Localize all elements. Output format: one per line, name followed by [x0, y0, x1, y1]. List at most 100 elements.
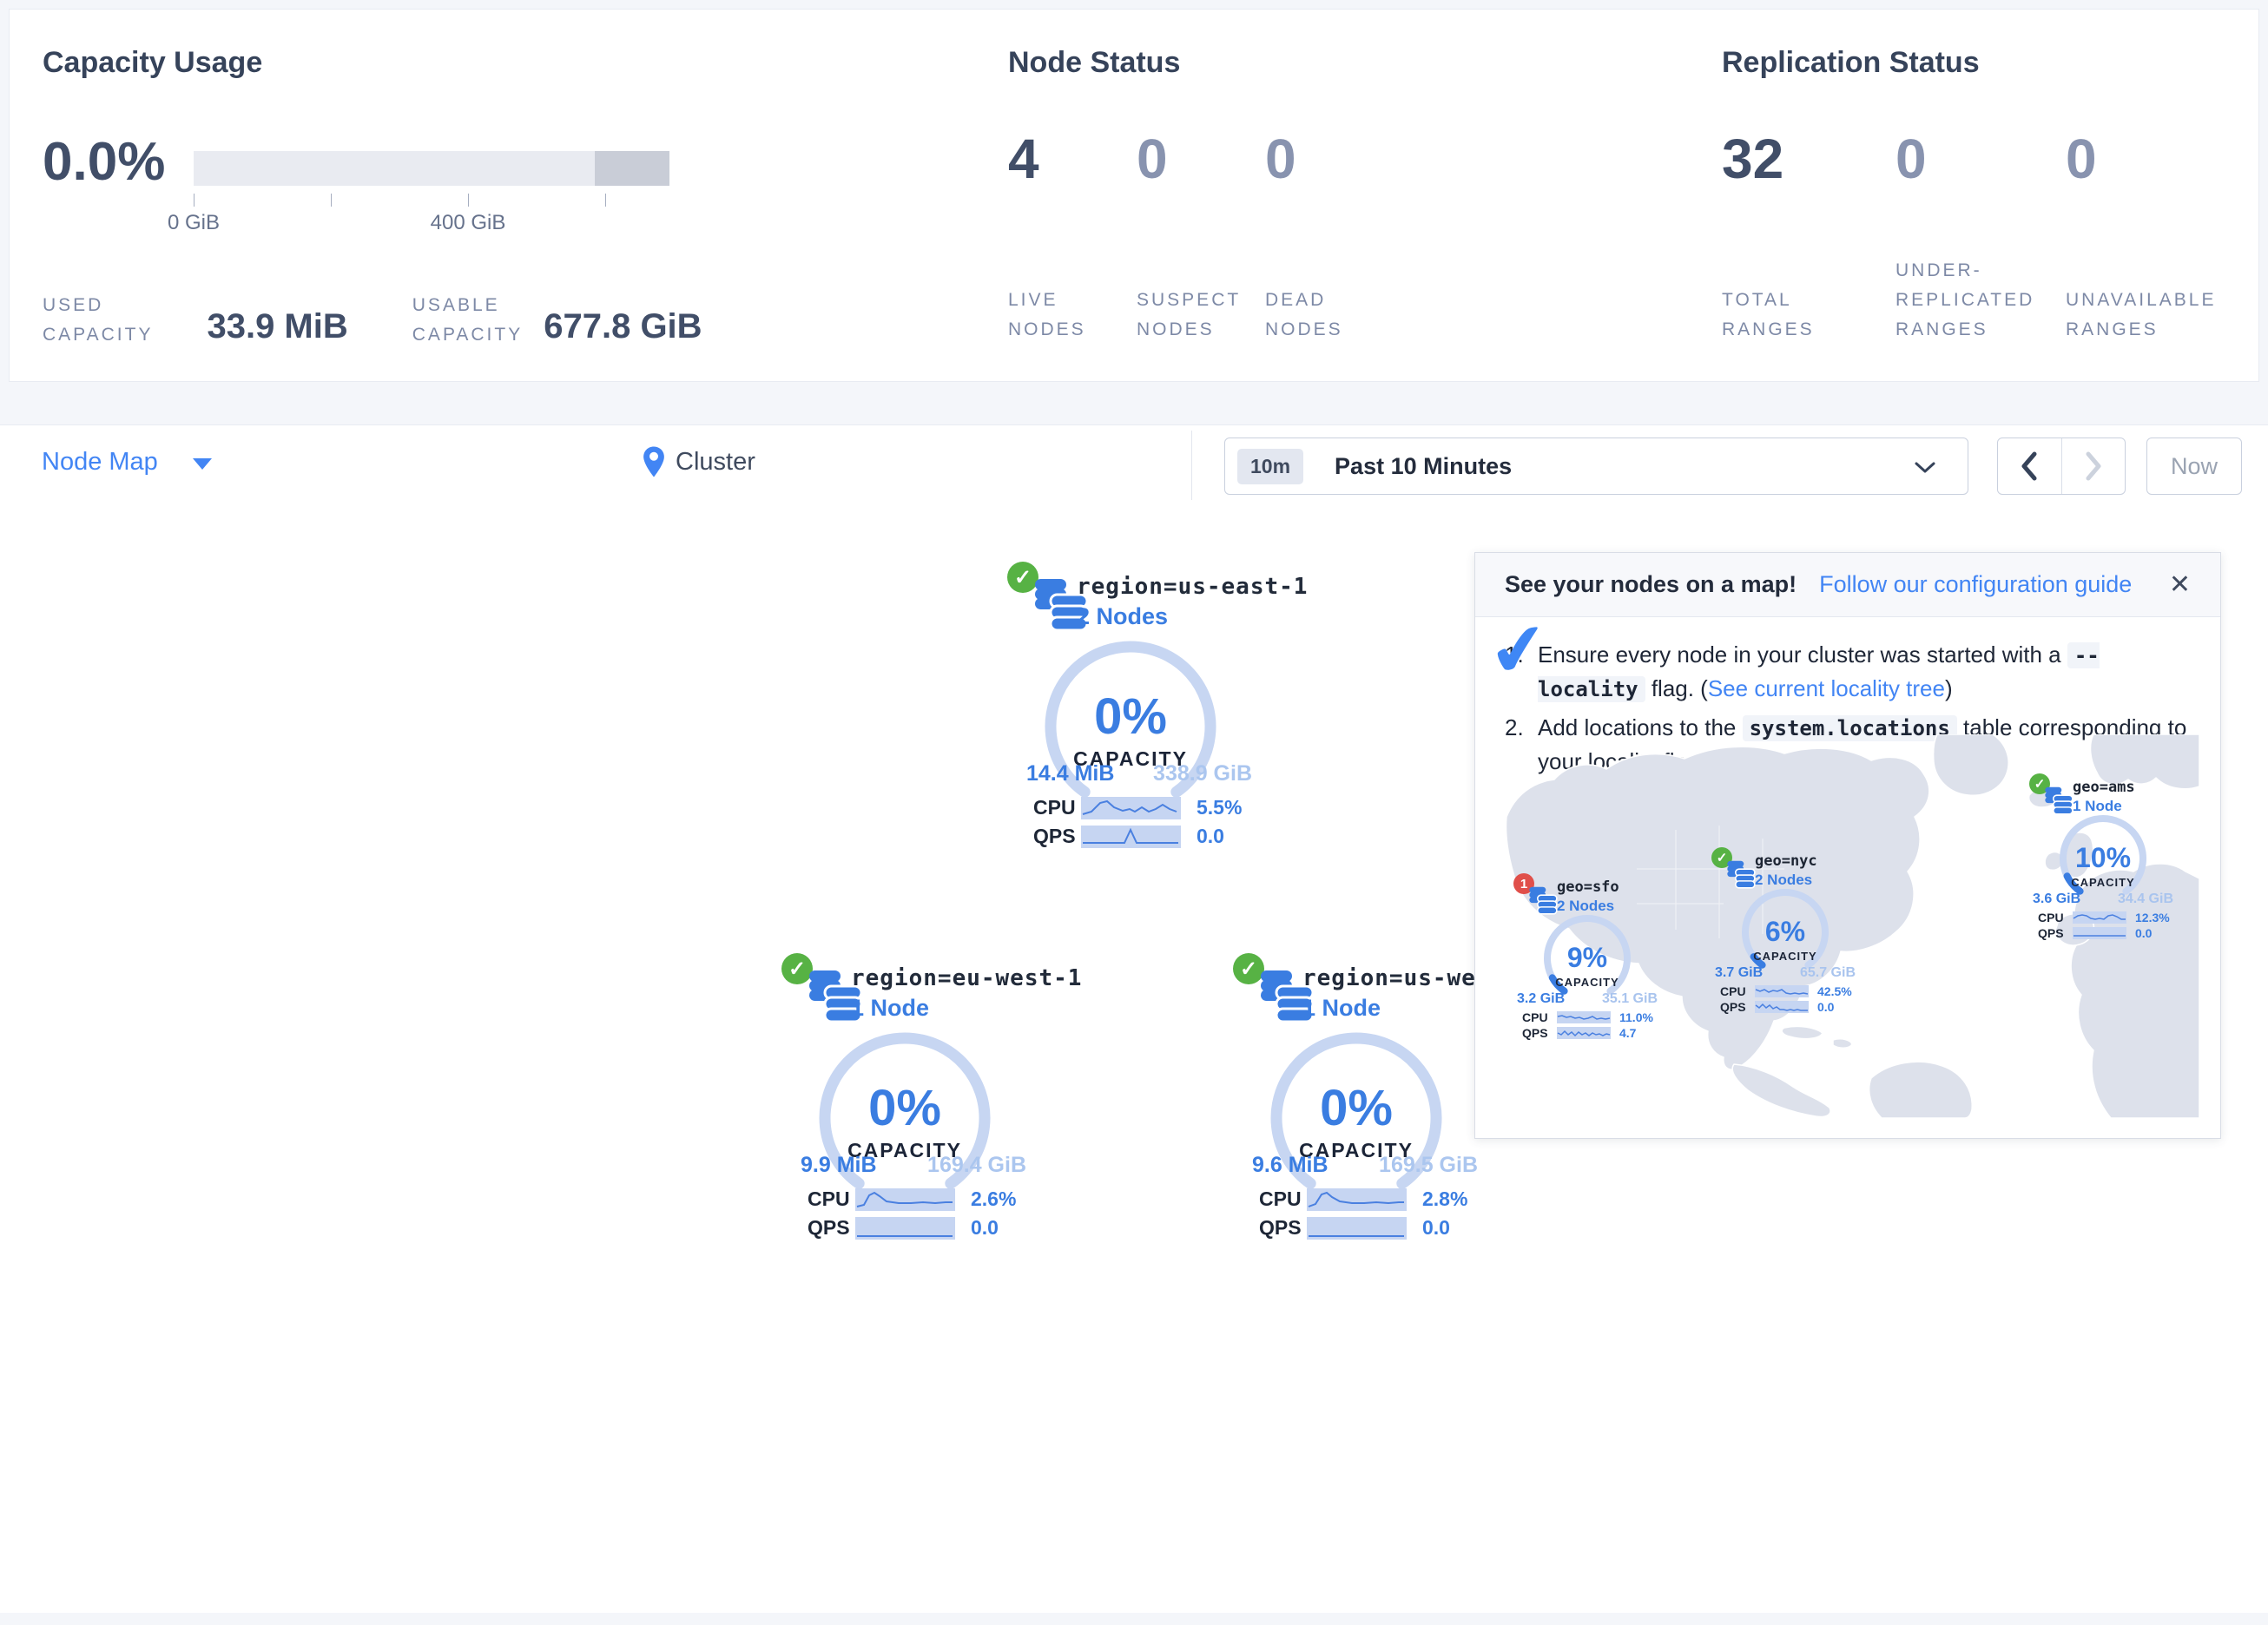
- qps-value: 0.0: [1197, 825, 1224, 848]
- unavailable-value: 0: [2066, 127, 2097, 191]
- breadcrumb[interactable]: Cluster: [641, 444, 755, 479]
- now-button[interactable]: Now: [2146, 438, 2242, 495]
- total-capacity: 34.4 GiB: [2118, 891, 2173, 907]
- cluster-stats-card: Capacity Usage 0.0% 0 GiB 400 GiB USED C…: [9, 9, 2259, 382]
- capacity-gauge: 0% CAPACITY: [809, 1031, 1000, 1205]
- close-icon[interactable]: ✕: [2169, 569, 2191, 600]
- chevron-left-icon: [2020, 451, 2039, 481]
- chevron-down-icon: [1914, 461, 1936, 475]
- locality-tree-link[interactable]: See current locality tree: [1708, 675, 1945, 701]
- cpu-value: 11.0%: [1619, 1010, 1653, 1024]
- map-node-geo-sfo[interactable]: 1 geo=sfo 2 Nodes 9% CAPACITY 3.2 GiB: [1513, 873, 1661, 1043]
- qps-label: QPS: [1522, 1026, 1557, 1040]
- cpu-value: 5.5%: [1197, 796, 1242, 819]
- locality-nodes-link[interactable]: 1 Node: [2073, 798, 2122, 815]
- replication-status-title: Replication Status: [1722, 46, 1980, 80]
- time-step-buttons: [1997, 438, 2126, 495]
- region-card-us-east-1[interactable]: ✓ region=us-east-1 2 Nodes 0% CAPACITY 1…: [1000, 560, 1278, 846]
- used-capacity-value: 33.9 MiB: [207, 307, 347, 346]
- gauge-percent: 0%: [1320, 1080, 1393, 1136]
- region-card-us-west-1[interactable]: ✓ region=us-west-1 1 Node 0% CAPACITY 9.…: [1226, 951, 1504, 1238]
- locality-nodes-link[interactable]: 2 Nodes: [1557, 898, 1614, 915]
- now-button-label: Now: [2171, 453, 2218, 480]
- qps-value: 0.0: [971, 1216, 999, 1240]
- total-capacity: 169.5 GiB: [1379, 1153, 1478, 1178]
- axis-tick: [331, 194, 332, 207]
- usable-capacity-label: USABLE CAPACITY: [412, 291, 523, 350]
- suspect-nodes-value: 0: [1137, 127, 1168, 191]
- locality-name: geo=sfo: [1557, 878, 1619, 896]
- total-ranges-label: TOTAL RANGES: [1722, 286, 1815, 345]
- locality-name: geo=ams: [2073, 779, 2135, 796]
- database-stack-icon: [2040, 784, 2074, 817]
- cpu-label: CPU: [1720, 984, 1755, 998]
- used-capacity: 3.7 GiB: [1715, 965, 1763, 981]
- view-selector[interactable]: Node Map: [42, 448, 212, 477]
- qps-label: QPS: [1720, 1000, 1755, 1014]
- qps-sparkline: [2073, 927, 2126, 939]
- blue-check-icon: ✔: [1485, 612, 1553, 691]
- cpu-sparkline: [2073, 911, 2126, 924]
- locality-nodes-link[interactable]: 2 Nodes: [1755, 872, 1812, 889]
- qps-label: QPS: [1033, 825, 1081, 848]
- used-capacity: 14.4 MiB: [1026, 761, 1114, 786]
- qps-sparkline: [1755, 1001, 1809, 1013]
- region-card-eu-west-1[interactable]: ✓ region=eu-west-1 1 Node 0% CAPACITY 9.…: [775, 951, 1052, 1238]
- used-capacity: 9.6 MiB: [1252, 1153, 1328, 1178]
- chevron-right-icon: [2084, 451, 2103, 481]
- dead-nodes-label: DEAD NODES: [1265, 286, 1343, 345]
- qps-value: 4.7: [1619, 1026, 1636, 1040]
- total-capacity: 169.4 GiB: [927, 1153, 1026, 1178]
- qps-sparkline: [1557, 1027, 1611, 1039]
- region-name: region=us-east-1: [1077, 574, 1308, 600]
- time-range-badge: 10m: [1237, 449, 1303, 484]
- capacity-bar-dark-segment: [595, 151, 669, 186]
- live-nodes-value: 4: [1008, 127, 1039, 191]
- qps-value: 0.0: [1422, 1216, 1450, 1240]
- gauge-capacity-word: CAPACITY: [1753, 950, 1816, 963]
- map-toolbar: Node Map Cluster 10m Past 10 Minutes: [0, 424, 2268, 506]
- axis-tick: [468, 194, 469, 207]
- time-back-button[interactable]: [1998, 438, 2062, 494]
- cpu-sparkline: [1081, 797, 1181, 819]
- region-nodes-link[interactable]: 1 Node: [1302, 995, 1381, 1022]
- configuration-guide-link[interactable]: Follow our configuration guide: [1819, 571, 2132, 598]
- time-range-dropdown[interactable]: 10m Past 10 Minutes: [1224, 438, 1968, 495]
- capacity-usage-title: Capacity Usage: [43, 46, 262, 80]
- map-node-geo-nyc[interactable]: ✓ geo=nyc 2 Nodes 6% CAPACITY 3.7 GiB: [1711, 847, 1859, 1017]
- nodes-on-map-popup: See your nodes on a map! Follow our conf…: [1474, 552, 2221, 1139]
- axis-tick-label: 400 GiB: [431, 211, 506, 235]
- cpu-label: CPU: [2038, 911, 2073, 924]
- qps-label: QPS: [2038, 926, 2073, 940]
- axis-tick: [605, 194, 606, 207]
- region-nodes-link[interactable]: 1 Node: [851, 995, 929, 1022]
- database-stack-icon: [1524, 884, 1559, 917]
- cpu-label: CPU: [1259, 1188, 1307, 1211]
- dead-nodes-value: 0: [1265, 127, 1296, 191]
- total-ranges-value: 32: [1722, 127, 1783, 191]
- total-capacity: 65.7 GiB: [1800, 965, 1856, 981]
- database-stack-icon: [1722, 858, 1757, 891]
- toolbar-divider: [1191, 431, 1192, 500]
- cpu-sparkline: [1557, 1011, 1611, 1023]
- time-forward-button[interactable]: [2062, 438, 2126, 494]
- total-capacity: 338.9 GiB: [1153, 761, 1252, 786]
- suspect-nodes-label: SUSPECT NODES: [1137, 286, 1241, 345]
- capacity-bar: [194, 151, 669, 186]
- map-node-geo-ams[interactable]: ✓ geo=ams 1 Node 10% CAPACITY 3.6 GiB: [2029, 773, 2177, 944]
- region-nodes-link[interactable]: 2 Nodes: [1077, 603, 1168, 630]
- view-selector-label: Node Map: [42, 448, 158, 477]
- cpu-label: CPU: [1522, 1010, 1557, 1024]
- capacity-percent: 0.0%: [43, 131, 165, 193]
- capacity-gauge: 0% CAPACITY: [1035, 640, 1226, 813]
- step-text-fragment: Ensure every node in your cluster was st…: [1538, 641, 2067, 668]
- step-text: Ensure every node in your cluster was st…: [1538, 638, 2191, 706]
- step-text-fragment: ): [1945, 675, 1953, 701]
- capacity-gauge: 0% CAPACITY: [1261, 1031, 1452, 1205]
- gauge-percent: 6%: [1765, 916, 1805, 947]
- qps-sparkline: [1081, 826, 1181, 848]
- region-name: region=eu-west-1: [851, 965, 1082, 991]
- caret-down-icon: [193, 458, 212, 470]
- used-capacity: 3.6 GiB: [2033, 891, 2080, 907]
- qps-label: QPS: [1259, 1216, 1307, 1240]
